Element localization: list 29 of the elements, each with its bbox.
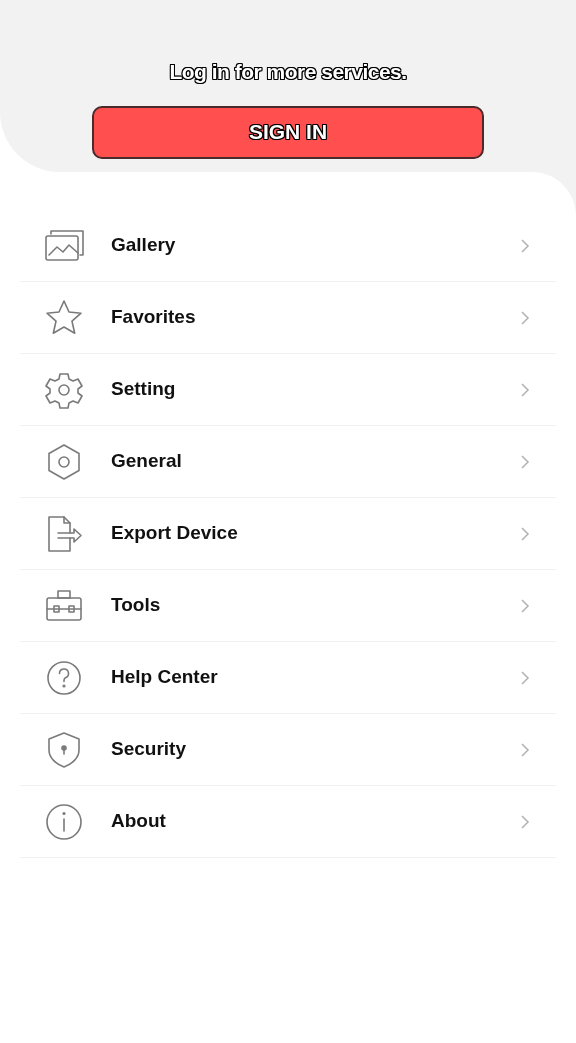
menu-item[interactable]: Tools xyxy=(20,570,556,642)
menu-label: Security xyxy=(111,737,187,762)
menu-item[interactable]: Setting xyxy=(20,354,556,426)
menu-label: General xyxy=(111,449,183,474)
menu-label: Export Device xyxy=(111,521,239,546)
menu-item[interactable]: Gallery xyxy=(20,210,556,282)
menu-item[interactable]: About xyxy=(20,786,556,858)
menu-item[interactable]: Help Center xyxy=(20,642,556,714)
menu-label: Setting xyxy=(111,377,177,402)
menu-item[interactable]: General xyxy=(20,426,556,498)
chevron-icon xyxy=(520,237,530,254)
chevron-icon xyxy=(520,309,530,326)
chevron-icon xyxy=(520,381,530,398)
chevron-icon xyxy=(520,813,530,830)
chevron-icon xyxy=(520,597,530,614)
menu-label: Tools xyxy=(111,593,162,618)
menu-item[interactable]: Security xyxy=(20,714,556,786)
chevron-icon xyxy=(520,741,530,758)
menu-label: Favorites xyxy=(111,305,197,330)
menu-item[interactable]: Export Device xyxy=(20,498,556,570)
info-icon xyxy=(44,801,84,842)
menu-item[interactable]: Favorites xyxy=(20,282,556,354)
menu-label: Gallery xyxy=(111,233,177,258)
menu-label: About xyxy=(111,809,167,834)
chevron-icon xyxy=(520,525,530,542)
chevron-icon xyxy=(520,669,530,686)
chevron-icon xyxy=(520,453,530,470)
login-prompt: Log in for more services. xyxy=(169,59,407,86)
menu-label: Help Center xyxy=(111,665,219,690)
